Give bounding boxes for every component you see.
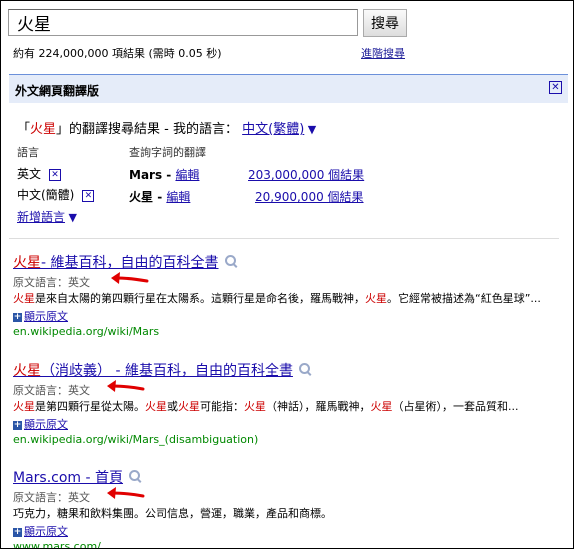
edit-link[interactable]: 編輯 <box>166 190 190 204</box>
result-count-link-zh[interactable]: 20,900,000 個結果 <box>255 188 364 205</box>
search-input[interactable] <box>8 9 358 36</box>
magnifier-icon[interactable] <box>224 255 236 266</box>
magnifier-icon[interactable] <box>298 363 310 374</box>
result-title-link[interactable]: 火星- 維基百科，自由的百科全書 <box>13 255 219 271</box>
title-text[interactable]: Mars.com - 首頁 <box>13 470 123 486</box>
col-header-language: 語言 <box>17 146 39 159</box>
result-snippet: 火星是第四顆行星從太陽。火星或火星可能指：火星（神話），羅馬戰神，火星（占星術）… <box>13 399 565 415</box>
translation-term-zh: 火星 - 編輯 <box>129 190 191 204</box>
advanced-search-link[interactable]: 進階搜尋 <box>361 45 405 61</box>
plus-icon[interactable]: + <box>13 527 22 537</box>
show-original[interactable]: + 顯示原文 <box>13 523 565 539</box>
title-text[interactable]: - 維基百科，自由的百科全書 <box>41 255 219 271</box>
snippet-text: 火星 <box>13 400 35 413</box>
remove-language-icon[interactable]: ✕ <box>82 189 95 202</box>
remove-language-icon[interactable]: ✕ <box>49 168 62 181</box>
result-count-link-en[interactable]: 203,000,000 個結果 <box>248 166 364 183</box>
title-highlight[interactable]: 火星 <box>13 255 41 271</box>
divider <box>9 238 559 239</box>
snippet-text: 。它經常被描述為“紅色星球”... <box>387 292 541 305</box>
show-original-link[interactable]: 顯示原文 <box>24 418 68 431</box>
red-arrow-icon <box>107 487 145 499</box>
red-arrow-icon <box>107 380 145 392</box>
translation-panel-header: 外文網頁翻譯版 ✕ <box>9 74 568 103</box>
snippet-text: 可能指： <box>200 400 244 413</box>
original-language: 原文語言：英文 <box>13 272 565 290</box>
translation-summary: 「火星」的翻譯搜尋結果 - 我的語言： 中文(繁體) ▼ <box>17 118 316 137</box>
snippet-text: （占星術），一套品質和... <box>392 400 519 413</box>
result-url: en.wikipedia.org/wiki/Mars_(disambiguati… <box>13 433 259 446</box>
language-name: 中文(簡體) <box>17 188 75 202</box>
result-url: www.mars.com/ <box>13 540 101 549</box>
snippet-text: 火星 <box>178 400 200 413</box>
snippet-text: 火星 <box>244 400 266 413</box>
original-language-label: 原文語言：英文 <box>13 491 90 504</box>
snippet-text: 火星 <box>370 400 393 413</box>
show-original[interactable]: + 顯示原文 <box>13 308 565 324</box>
language-row-en: 英文 ✕ <box>17 165 62 182</box>
plus-icon[interactable]: + <box>13 420 22 430</box>
snippet-text: 或 <box>167 400 178 413</box>
term: Mars <box>129 168 163 182</box>
term: 火星 <box>129 190 154 204</box>
add-language[interactable]: 新增語言 ▼ <box>17 208 77 225</box>
add-language-link[interactable]: 新增語言 <box>17 210 65 224</box>
title-highlight[interactable]: 火星 <box>13 363 41 379</box>
summary-text: 」的翻譯搜尋結果 - 我的語言： <box>56 122 238 137</box>
plus-icon[interactable]: + <box>13 312 22 322</box>
show-original-link[interactable]: 顯示原文 <box>24 525 68 538</box>
close-icon[interactable]: ✕ <box>549 81 562 94</box>
result-stats: 約有 224,000,000 項結果 (需時 0.05 秒) <box>13 47 222 60</box>
result-title-link[interactable]: Mars.com - 首頁 <box>13 470 123 486</box>
snippet-text: 火星 <box>365 292 387 305</box>
translation-term-en: Mars - 編輯 <box>129 168 200 182</box>
original-language-label: 原文語言：英文 <box>13 276 90 289</box>
result-title-link[interactable]: 火星（消歧義） - 維基百科，自由的百科全書 <box>13 363 293 379</box>
result-url: en.wikipedia.org/wiki/Mars <box>13 325 160 338</box>
snippet-text: 是第四顆行星從太陽。 <box>35 400 145 413</box>
show-original[interactable]: + 顯示原文 <box>13 416 565 432</box>
snippet-text: 是來自太陽的第四顆行星在太陽系。這顆行星是命名後，羅馬戰神， <box>35 292 365 305</box>
dropdown-arrow-icon[interactable]: ▼ <box>304 123 316 136</box>
red-arrow-icon <box>111 272 149 284</box>
snippet-text: 火星 <box>145 400 167 413</box>
result-title[interactable]: Mars.com - 首頁 <box>13 467 565 487</box>
result-title[interactable]: 火星（消歧義） - 維基百科，自由的百科全書 <box>13 360 565 380</box>
title-text[interactable]: （消歧義） - 維基百科，自由的百科全書 <box>41 363 293 379</box>
result-snippet: 火星是來自太陽的第四顆行星在太陽系。這顆行星是命名後，羅馬戰神，火星。它經常被描… <box>13 291 565 307</box>
query-term: 火星 <box>30 122 57 137</box>
result-title[interactable]: 火星- 維基百科，自由的百科全書 <box>13 252 565 272</box>
result-snippet: 巧克力，糖果和飲料集團。公司信息，營運，職業，產品和商標。 <box>13 506 565 522</box>
original-language: 原文語言：英文 <box>13 380 565 398</box>
browser-page: 搜尋 約有 224,000,000 項結果 (需時 0.05 秒) 進階搜尋 外… <box>0 0 574 549</box>
show-original-link[interactable]: 顯示原文 <box>24 310 68 323</box>
col-header-translation: 查詢字詞的翻譯 <box>129 146 206 159</box>
edit-link[interactable]: 編輯 <box>175 168 199 182</box>
my-language-link[interactable]: 中文(繁體) <box>242 122 304 137</box>
dropdown-arrow-icon[interactable]: ▼ <box>65 211 77 224</box>
search-result: Mars.com - 首頁 原文語言：英文 巧克力，糖果和飲料集團。公司信息，營… <box>13 467 565 549</box>
snippet-text: （神話），羅馬戰神， <box>266 400 371 413</box>
search-result: 火星（消歧義） - 維基百科，自由的百科全書 原文語言：英文 火星是第四顆行星從… <box>13 360 565 446</box>
panel-title: 外文網頁翻譯版 <box>15 84 100 98</box>
original-language-label: 原文語言：英文 <box>13 384 90 397</box>
open-quote: 「 <box>17 122 31 137</box>
search-button[interactable]: 搜尋 <box>363 9 407 37</box>
snippet-text: 巧克力，糖果和飲料集團。公司信息，營運，職業，產品和商標。 <box>13 507 332 520</box>
original-language: 原文語言：英文 <box>13 487 565 505</box>
snippet-text: 火星 <box>13 292 35 305</box>
search-result: 火星- 維基百科，自由的百科全書 原文語言：英文 火星是來自太陽的第四顆行星在太… <box>13 252 565 338</box>
language-row-zh: 中文(簡體) ✕ <box>17 186 95 203</box>
magnifier-icon[interactable] <box>129 470 141 481</box>
language-name: 英文 <box>17 167 42 181</box>
